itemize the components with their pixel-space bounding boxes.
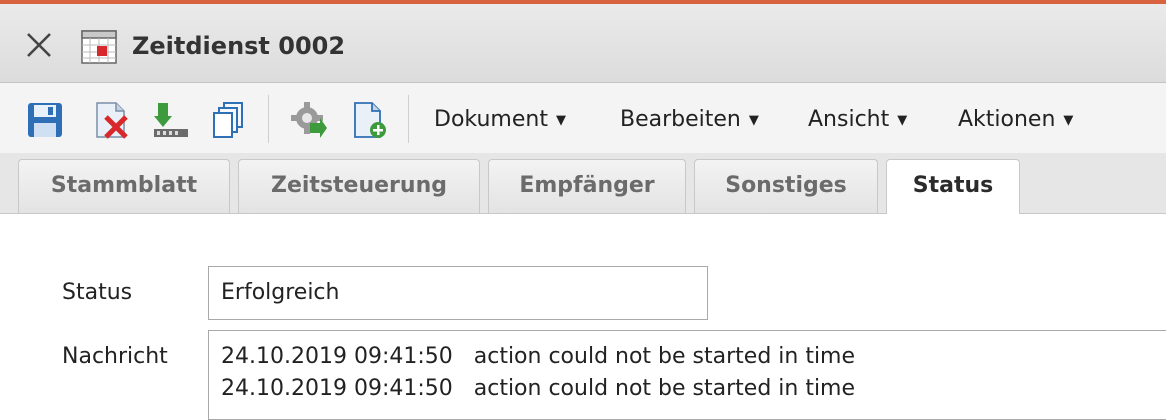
status-label: Status	[62, 280, 133, 305]
message-textarea[interactable]: 24.10.2019 09:41:50 action could not be …	[208, 330, 1166, 420]
tab-zeitsteuerung[interactable]: Zeitsteuerung	[238, 159, 480, 213]
tab-empfaenger[interactable]: Empfänger	[488, 159, 686, 213]
tab-status[interactable]: Status	[886, 159, 1020, 214]
tab-label: Zeitsteuerung	[271, 173, 447, 198]
delete-document-icon[interactable]	[92, 101, 130, 139]
status-field[interactable]: Erfolgreich	[208, 266, 708, 320]
window-titlebar: Zeitdienst 0002	[0, 4, 1166, 83]
menu-aktionen[interactable]: Aktionen ▼	[958, 101, 1073, 139]
toolbar-separator	[408, 95, 409, 143]
tab-label: Status	[912, 173, 994, 198]
toolbar: Dokument ▼ Bearbeiten ▼ Ansicht ▼ Aktionen ▼	[0, 83, 1166, 153]
menu-ansicht-label: Ansicht	[808, 107, 890, 132]
status-panel: Status Erfolgreich Nachricht 24.10.2019 …	[0, 214, 1166, 420]
download-icon[interactable]	[152, 101, 190, 139]
message-line: 24.10.2019 09:41:50 action could not be …	[221, 344, 856, 369]
chevron-down-icon: ▼	[897, 113, 908, 128]
window-title: Zeitdienst 0002	[132, 32, 346, 60]
toolbar-separator	[268, 95, 269, 143]
tab-stammblatt[interactable]: Stammblatt	[18, 159, 230, 213]
menu-ansicht[interactable]: Ansicht ▼	[808, 101, 907, 139]
status-value: Erfolgreich	[221, 280, 340, 305]
close-icon[interactable]	[26, 32, 52, 58]
message-label: Nachricht	[62, 344, 168, 369]
chevron-down-icon: ▼	[555, 113, 566, 128]
settings-run-icon[interactable]	[290, 101, 328, 139]
menu-aktionen-label: Aktionen	[958, 107, 1056, 132]
new-document-icon[interactable]	[350, 101, 388, 139]
tab-label: Stammblatt	[50, 173, 198, 198]
menu-bearbeiten[interactable]: Bearbeiten ▼	[620, 101, 759, 139]
save-icon[interactable]	[26, 101, 64, 139]
tab-label: Empfänger	[519, 173, 655, 198]
calendar-icon	[81, 30, 117, 64]
chevron-down-icon: ▼	[748, 113, 759, 128]
menu-dokument-label: Dokument	[434, 107, 548, 132]
menu-dokument[interactable]: Dokument ▼	[434, 101, 566, 139]
message-line: 24.10.2019 09:41:50 action could not be …	[221, 376, 856, 401]
tab-label: Sonstiges	[725, 173, 847, 198]
tab-bar: Stammblatt Zeitsteuerung Empfänger Sonst…	[0, 153, 1166, 214]
tab-sonstiges[interactable]: Sonstiges	[694, 159, 878, 213]
copy-icon[interactable]	[210, 101, 248, 139]
menu-bearbeiten-label: Bearbeiten	[620, 107, 741, 132]
chevron-down-icon: ▼	[1063, 113, 1074, 128]
